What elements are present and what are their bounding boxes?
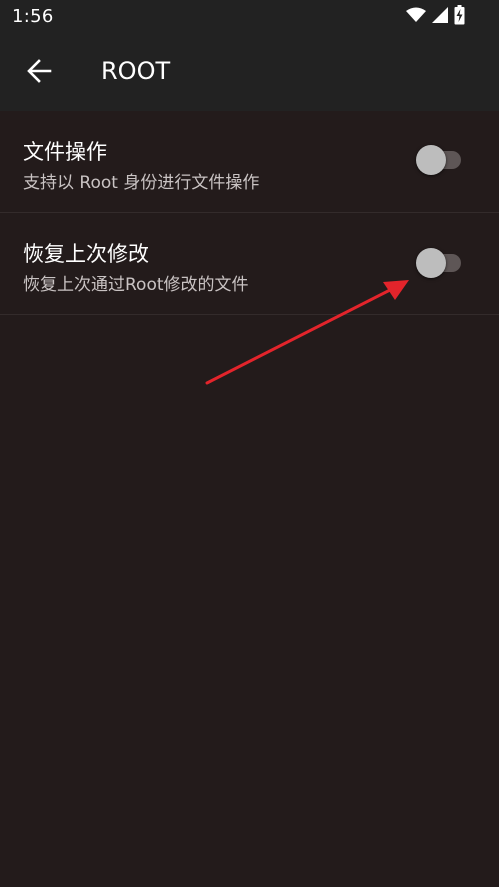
setting-summary: 恢复上次通过Root修改的文件 [23, 275, 249, 295]
settings-list: 文件操作 支持以 Root 身份进行文件操作 恢复上次修改 恢复上次通过Root… [0, 111, 499, 315]
setting-row-restore-last-change[interactable]: 恢复上次修改 恢复上次通过Root修改的文件 [0, 213, 499, 315]
back-button[interactable] [14, 48, 64, 98]
status-time: 1:56 [12, 6, 54, 27]
status-bar: 1:56 [0, 0, 499, 35]
battery-charging-icon [454, 5, 465, 29]
screen: 1:56 ROOT 文件操作 支持以 Root 身份进行文件操作 恢复上次修改 … [0, 0, 499, 887]
setting-title: 文件操作 [23, 140, 107, 164]
restore-last-change-toggle[interactable] [416, 248, 462, 278]
cellular-signal-icon [432, 7, 448, 27]
switch-thumb [416, 248, 446, 278]
status-icons [406, 5, 465, 29]
setting-title: 恢复上次修改 [23, 242, 149, 266]
switch-thumb [416, 145, 446, 175]
file-operations-toggle[interactable] [416, 145, 462, 175]
wifi-icon [406, 7, 426, 27]
setting-summary: 支持以 Root 身份进行文件操作 [23, 173, 260, 193]
page-title: ROOT [101, 57, 171, 85]
toolbar: ROOT [0, 35, 499, 111]
setting-row-file-operations[interactable]: 文件操作 支持以 Root 身份进行文件操作 [0, 111, 499, 213]
arrow-back-icon [26, 58, 52, 88]
